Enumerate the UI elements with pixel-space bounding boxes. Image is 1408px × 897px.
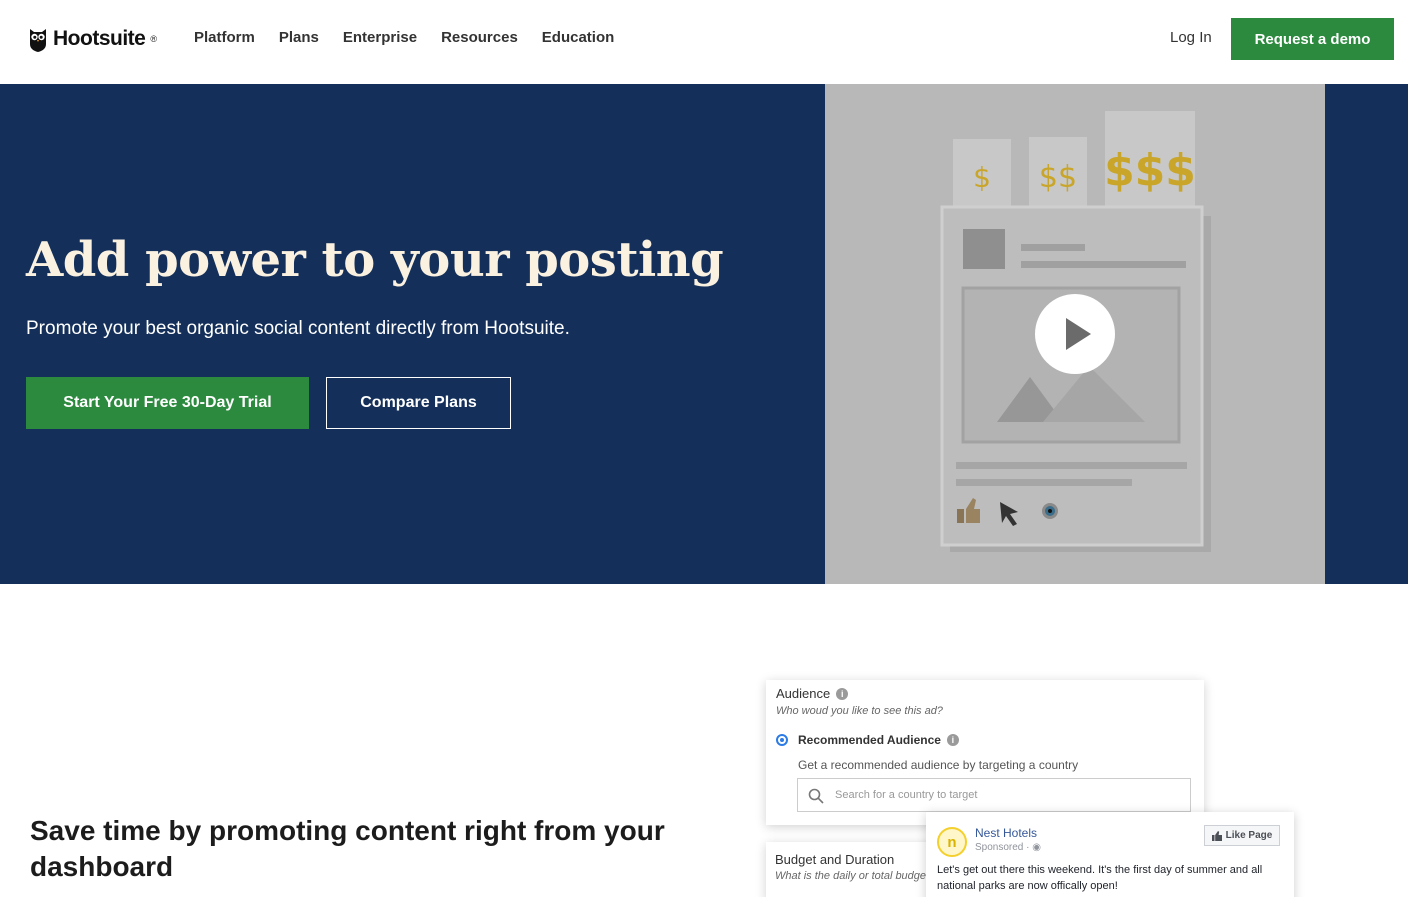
nav-plans[interactable]: Plans (279, 29, 319, 46)
price-tag-label: $$$ (1104, 145, 1196, 196)
nav-platform[interactable]: Platform (194, 29, 255, 46)
price-tag-label: $$ (1039, 160, 1077, 195)
avatar-placeholder (963, 229, 1005, 269)
section-title: Save time by promoting content right fro… (30, 815, 665, 882)
sponsored-text: Sponsored · (975, 842, 1033, 853)
globe-icon: ◉ (1032, 842, 1041, 853)
request-demo-button[interactable]: Request a demo (1231, 18, 1394, 60)
login-link[interactable]: Log In (1170, 29, 1212, 46)
budget-question: What is the daily or total budget (775, 870, 927, 882)
owl-logo-icon (30, 29, 46, 52)
video-thumbnail: $ $$ $$$ (940, 111, 1211, 552)
search-icon (808, 788, 824, 804)
compare-plans-button[interactable]: Compare Plans (326, 377, 511, 429)
audience-card: Audience i Who woud you like to see this… (766, 680, 1204, 825)
price-tag-label: $ (973, 161, 991, 194)
eye-icon (1042, 503, 1058, 519)
country-search-input[interactable]: Search for a country to target (797, 778, 1191, 812)
hero-subtitle: Promote your best organic social content… (26, 318, 570, 339)
audience-question: Who woud you like to see this ad? (776, 705, 943, 717)
budget-title: Budget and Duration (775, 852, 895, 867)
play-icon[interactable] (1035, 294, 1115, 374)
recommended-audience-radio[interactable] (776, 734, 788, 746)
page-name-link[interactable]: Nest Hotels (975, 826, 1037, 840)
facebook-ad-preview: n Nest Hotels Sponsored · ◉ Like Page Le… (926, 812, 1294, 897)
video-player[interactable]: $ $$ $$$ (825, 84, 1325, 584)
hootsuite-logo[interactable]: Hootsuite ® (28, 26, 157, 52)
main-menu: Platform Plans Enterprise Resources Educ… (194, 29, 614, 46)
recommended-audience-label: Recommended Audience (798, 733, 941, 747)
sponsored-label: Sponsored · ◉ (975, 842, 1041, 853)
nav-education[interactable]: Education (542, 29, 615, 46)
audience-title: Audience i (776, 686, 849, 701)
top-nav: Hootsuite ® Platform Plans Enterprise Res… (0, 0, 1408, 84)
info-icon[interactable]: i (946, 734, 959, 746)
free-trial-button[interactable]: Start Your Free 30-Day Trial (26, 377, 309, 429)
recommended-audience-option: Recommended Audience i (798, 733, 959, 747)
recommended-audience-description: Get a recommended audience by targeting … (798, 758, 1079, 772)
hero-title: Add power to your posting (26, 232, 724, 288)
search-placeholder: Search for a country to target (835, 789, 978, 801)
registered-mark: ® (150, 34, 157, 44)
hero-section: Add power to your posting Promote your b… (0, 84, 1408, 584)
nav-resources[interactable]: Resources (441, 29, 518, 46)
like-page-button[interactable]: Like Page (1204, 825, 1280, 846)
thumbs-up-icon (1211, 830, 1222, 841)
like-page-label: Like Page (1225, 830, 1273, 841)
audience-label: Audience (776, 686, 831, 701)
info-icon[interactable]: i (836, 687, 849, 700)
brand-name: Hootsuite (53, 27, 146, 50)
page-avatar: n (937, 827, 967, 857)
nav-enterprise[interactable]: Enterprise (343, 29, 417, 46)
ad-body-text: Let's get out there this weekend. It's t… (937, 864, 1263, 892)
